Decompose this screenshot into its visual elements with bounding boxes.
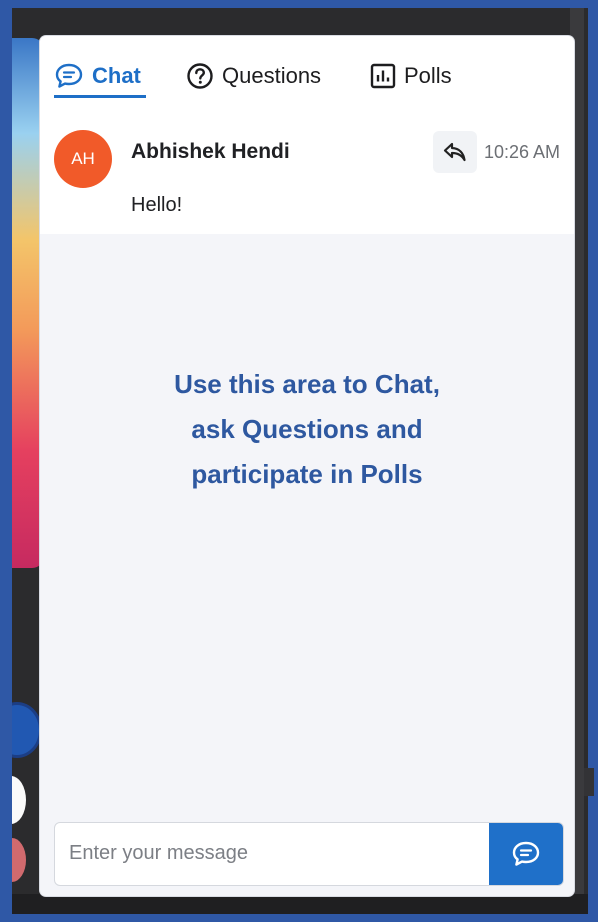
tab-label: Polls xyxy=(404,63,452,88)
avatar: AH xyxy=(54,130,112,188)
chat-bubble-icon xyxy=(54,62,84,90)
message-composer xyxy=(54,822,564,886)
send-chat-icon xyxy=(511,840,541,868)
empty-area-hint: Use this area to Chat, ask Questions and… xyxy=(40,362,574,497)
message-timestamp: 10:26 AM xyxy=(484,142,561,162)
hint-line: Use this area to Chat, xyxy=(174,369,440,399)
message-text: Hello! xyxy=(131,194,183,216)
chat-panel: Chat Questions Polls AH Abhishek Hendi 1… xyxy=(40,36,574,896)
background-window-tab xyxy=(584,768,594,796)
tab-chat[interactable]: Chat xyxy=(54,56,146,98)
send-button[interactable] xyxy=(489,823,563,885)
bar-chart-icon xyxy=(370,63,396,89)
tab-label: Chat xyxy=(92,63,141,88)
reply-button[interactable] xyxy=(433,131,477,173)
question-circle-icon xyxy=(186,62,214,90)
message-author: Abhishek Hendi xyxy=(131,140,290,163)
video-tile-bubble xyxy=(12,838,26,882)
tab-polls[interactable]: Polls xyxy=(370,56,452,96)
panel-tabs: Chat Questions Polls xyxy=(40,36,574,119)
tab-questions[interactable]: Questions xyxy=(186,56,321,96)
hint-line: participate in Polls xyxy=(191,459,423,489)
tab-label: Questions xyxy=(222,63,322,88)
message-input[interactable] xyxy=(55,823,487,883)
video-tile-bubble xyxy=(12,702,42,758)
video-tile-bubble xyxy=(12,776,26,824)
chat-message: AH Abhishek Hendi 10:26 AM Hello! xyxy=(40,118,574,234)
window-bottom-strip xyxy=(12,894,588,914)
active-tab-indicator xyxy=(54,95,146,98)
reply-arrow-icon xyxy=(442,140,468,164)
hint-line: ask Questions and xyxy=(191,414,423,444)
